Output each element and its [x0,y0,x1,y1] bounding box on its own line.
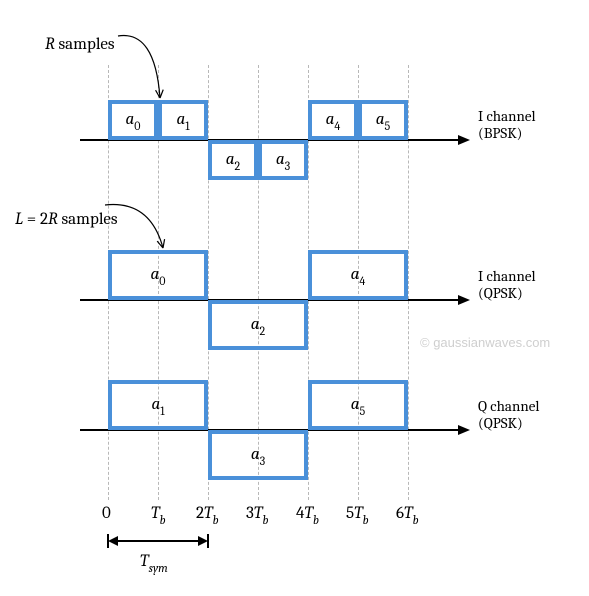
callout-arrow [0,0,589,596]
diagram-root: I channel(BPSK)I channel(QPSK)Q channel(… [0,0,589,596]
watermark: © gaussianwaves.com [420,335,550,350]
